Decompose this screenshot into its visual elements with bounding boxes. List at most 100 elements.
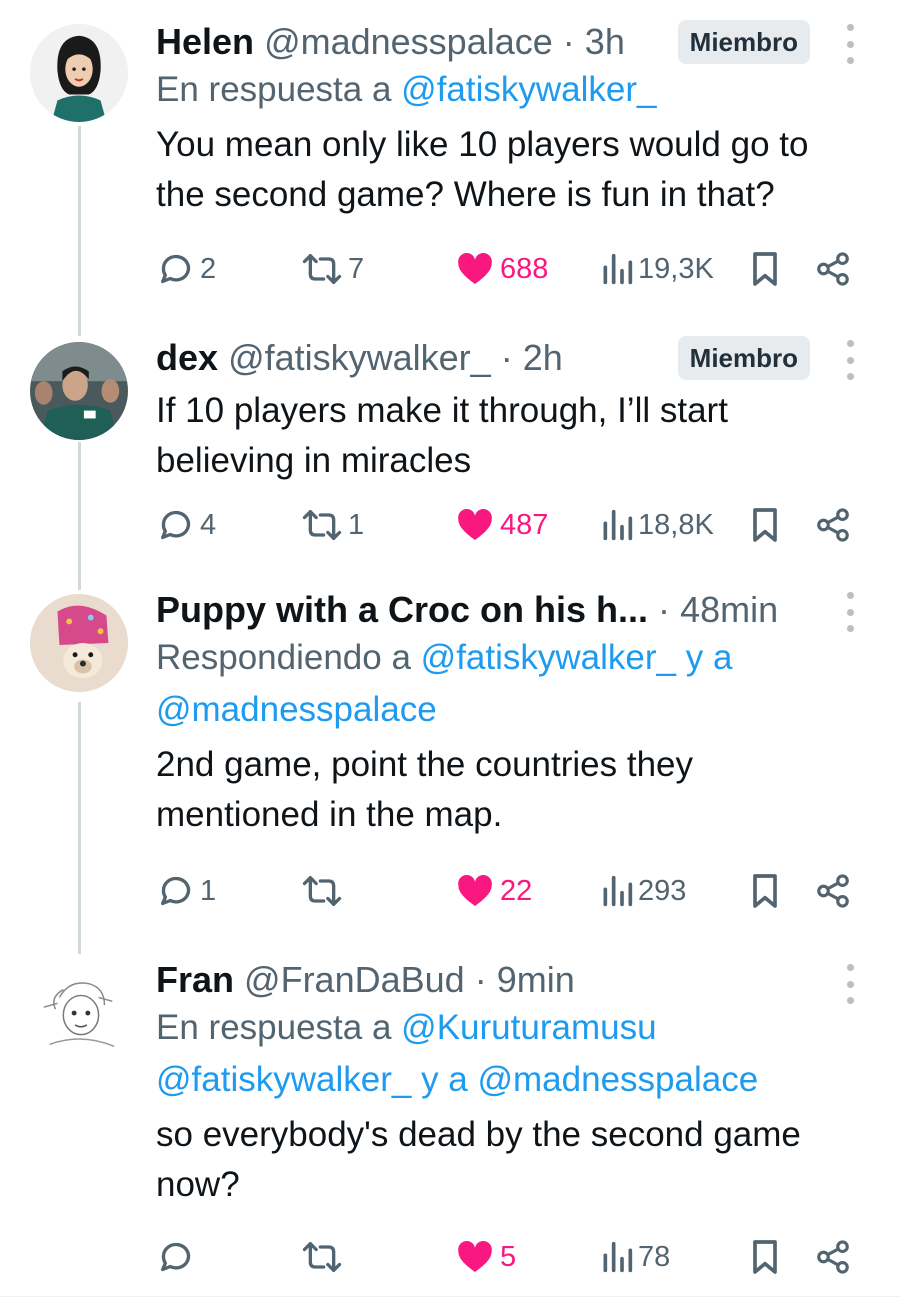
divider	[0, 1296, 900, 1297]
view-count: 18,8K	[638, 508, 714, 541]
view-count: 293	[638, 874, 687, 907]
views-icon	[603, 875, 633, 907]
reply-tweet[interactable]: Fran @FranDaBud · 9min En respuesta a @K…	[0, 946, 900, 1296]
reply-button[interactable]	[156, 1232, 200, 1282]
views-button[interactable]: 78	[600, 1232, 670, 1282]
like-icon	[458, 1241, 492, 1272]
bookmark-button[interactable]	[748, 866, 782, 916]
tweet-header: Fran @FranDaBud · 9min	[156, 958, 860, 1002]
avatar[interactable]	[30, 594, 128, 692]
reply-context: En respuesta a @Kuruturamusu @fatiskywal…	[156, 1002, 860, 1106]
mention-link[interactable]: @fatiskywalker_	[421, 638, 676, 677]
display-name[interactable]: Puppy with a Croc on his h...	[156, 589, 648, 630]
reply-icon	[161, 254, 191, 284]
separator: ·	[562, 21, 575, 62]
like-count: 22	[500, 874, 533, 907]
share-button[interactable]	[814, 866, 852, 916]
like-button[interactable]: 688	[454, 244, 548, 294]
more-icon[interactable]	[840, 340, 860, 380]
avatar[interactable]	[30, 968, 128, 1066]
repost-icon	[302, 254, 342, 284]
views-icon	[603, 253, 633, 285]
repost-count: 7	[348, 252, 365, 285]
reply-tweet[interactable]: dex @fatiskywalker_ · 2h If 10 players m…	[0, 320, 900, 570]
repost-button[interactable]: 7	[300, 244, 364, 294]
view-count: 78	[638, 1240, 671, 1273]
share-icon	[817, 874, 849, 908]
reply-count: 1	[200, 874, 217, 907]
tweet-text: so everybody's dead by the second game n…	[156, 1115, 801, 1204]
bookmark-icon	[753, 508, 777, 542]
member-badge: Miembro	[677, 20, 810, 64]
timestamp[interactable]: 9min	[497, 959, 575, 1000]
timestamp[interactable]: 3h	[585, 21, 625, 62]
repost-count: 1	[348, 508, 365, 541]
reply-count: 4	[200, 508, 217, 541]
user-handle[interactable]: @FranDaBud	[244, 959, 465, 1000]
share-button[interactable]	[814, 244, 852, 294]
separator: ·	[658, 589, 671, 630]
repost-icon	[302, 876, 342, 906]
mention-link[interactable]: @madnesspalace	[478, 1060, 759, 1099]
like-count: 688	[500, 252, 549, 285]
bookmark-icon	[753, 874, 777, 908]
timestamp[interactable]: 2h	[523, 337, 563, 378]
views-button[interactable]: 18,8K	[600, 500, 714, 550]
display-name[interactable]: Helen	[156, 21, 254, 62]
separator: ·	[474, 959, 487, 1000]
user-handle[interactable]: @madnesspalace	[264, 21, 553, 62]
bookmark-button[interactable]	[748, 244, 782, 294]
reply-icon	[161, 1242, 191, 1272]
mention-link[interactable]: @fatiskywalker_	[156, 1060, 411, 1099]
like-button[interactable]: 22	[454, 866, 532, 916]
like-count: 487	[500, 508, 549, 541]
reply-tweet[interactable]: Puppy with a Croc on his h... · 48min Re…	[0, 570, 900, 946]
reply-icon	[161, 876, 191, 906]
reply-context: En respuesta a @fatiskywalker_	[156, 64, 860, 116]
views-button[interactable]: 19,3K	[600, 244, 714, 294]
more-icon[interactable]	[840, 24, 860, 64]
repost-icon	[302, 510, 342, 540]
tweet-text: If 10 players make it through, I’ll star…	[156, 391, 728, 480]
like-button[interactable]: 487	[454, 500, 548, 550]
views-button[interactable]: 293	[600, 866, 686, 916]
mention-link[interactable]: @madnesspalace	[156, 690, 437, 729]
display-name[interactable]: Fran	[156, 959, 234, 1000]
reply-tweet[interactable]: Helen @madnesspalace · 3h En respuesta a…	[0, 0, 900, 320]
like-icon	[458, 253, 492, 284]
user-handle[interactable]: @fatiskywalker_	[228, 337, 491, 378]
display-name[interactable]: dex	[156, 337, 218, 378]
avatar[interactable]	[30, 342, 128, 440]
tweet-text: You mean only like 10 players would go t…	[156, 125, 809, 214]
bookmark-button[interactable]	[748, 1232, 782, 1282]
more-icon[interactable]	[840, 592, 860, 632]
views-icon	[603, 1241, 633, 1273]
repost-button[interactable]	[300, 866, 348, 916]
bookmark-icon	[753, 1240, 777, 1274]
repost-button[interactable]: 1	[300, 500, 364, 550]
repost-button[interactable]	[300, 1232, 348, 1282]
mention-link[interactable]: @fatiskywalker_	[401, 70, 656, 109]
avatar[interactable]	[30, 24, 128, 122]
reply-joiner: y a	[685, 638, 733, 677]
more-icon[interactable]	[840, 964, 860, 1004]
reply-button[interactable]: 1	[156, 866, 216, 916]
reply-button[interactable]: 4	[156, 500, 216, 550]
share-button[interactable]	[814, 1232, 852, 1282]
action-bar: 2 7 688 19,3K	[156, 244, 866, 294]
reply-button[interactable]: 2	[156, 244, 216, 294]
mention-link[interactable]: @Kuruturamusu	[401, 1008, 656, 1047]
tweet-header: Puppy with a Croc on his h... · 48min	[156, 588, 860, 632]
like-count: 5	[500, 1240, 517, 1273]
reply-joiner: y a	[421, 1060, 468, 1099]
timestamp[interactable]: 48min	[680, 589, 778, 630]
bookmark-button[interactable]	[748, 500, 782, 550]
share-button[interactable]	[814, 500, 852, 550]
reply-count: 2	[200, 252, 217, 285]
like-button[interactable]: 5	[454, 1232, 516, 1282]
action-bar: 4 1 487 18,8K	[156, 500, 866, 550]
bookmark-icon	[753, 252, 777, 286]
view-count: 19,3K	[638, 252, 714, 285]
views-icon	[603, 509, 633, 541]
share-icon	[817, 508, 849, 542]
